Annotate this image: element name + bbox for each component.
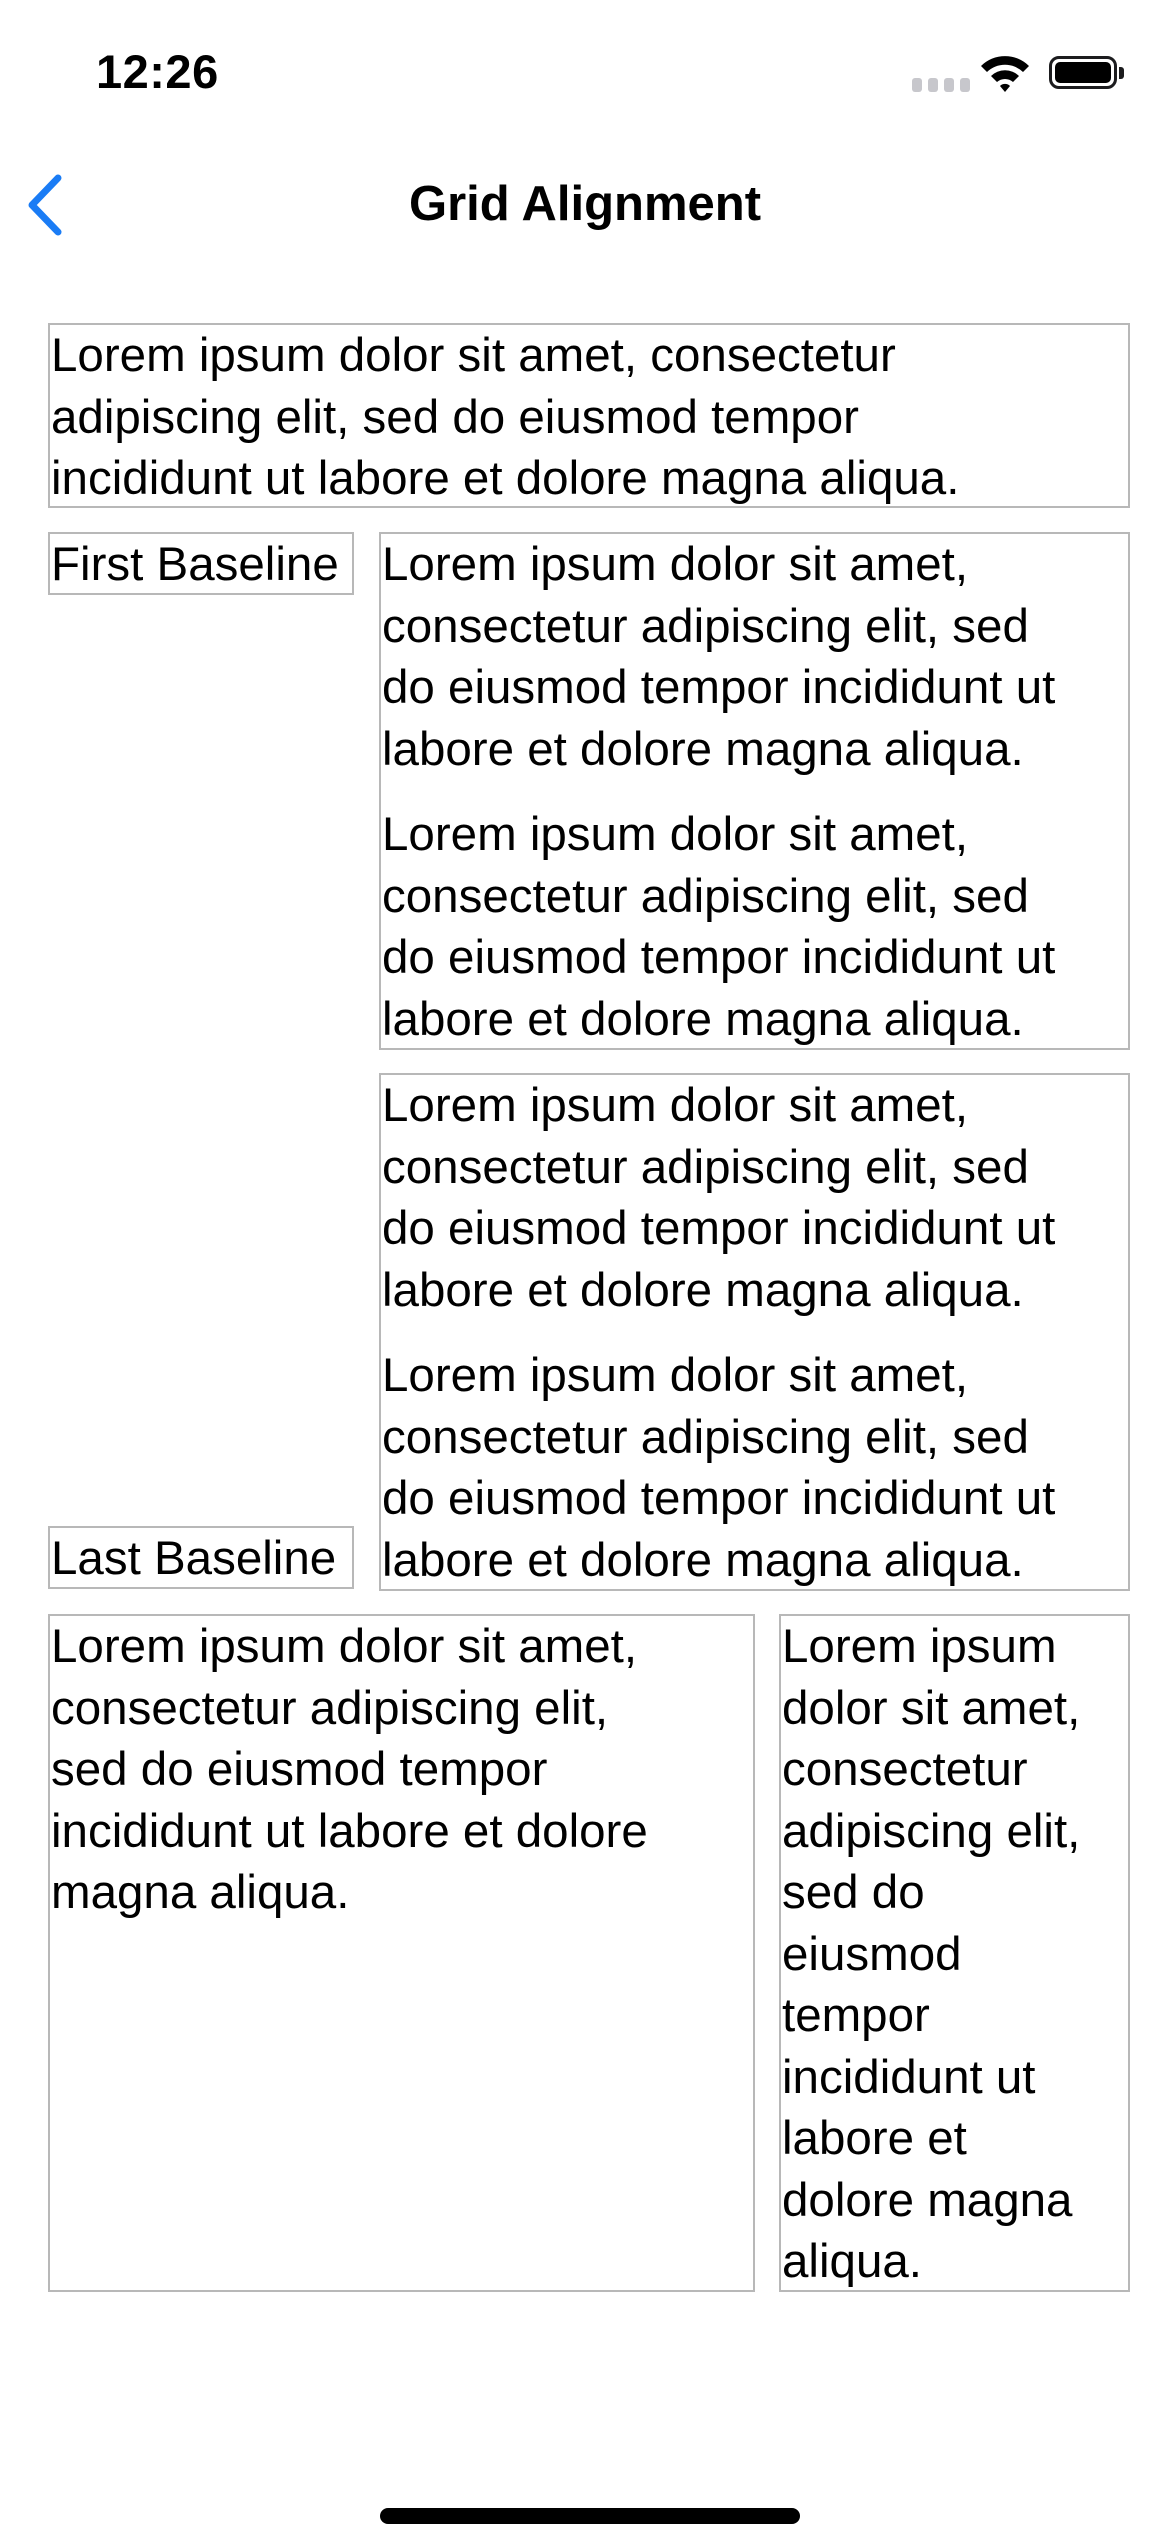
page-title: Grid Alignment	[408, 177, 762, 231]
row2-p2-line-4: labore et dolore magna aliqua.	[382, 992, 1024, 1046]
row4-right-line-8: incididunt ut	[782, 2050, 1036, 2104]
row3-p1-line-1: Lorem ipsum dolor sit amet,	[382, 1079, 969, 1132]
row1-line-1: Lorem ipsum dolor sit amet, consectetur	[51, 329, 896, 382]
row3-p2-line-4: labore et dolore magna aliqua.	[382, 1533, 1024, 1587]
row1-line-2: adipiscing elit, sed do eiusmod tempor	[51, 390, 859, 444]
battery-icon	[1049, 56, 1117, 89]
row4-right-line-5: sed do	[782, 1866, 925, 1919]
row2-p2-line-2: consectetur adipiscing elit, sed	[382, 869, 1029, 923]
row3-p1-line-2: consectetur adipiscing elit, sed	[382, 1140, 1029, 1194]
row2-p1-line-3: do eiusmod tempor incididunt ut	[382, 661, 1056, 714]
row3-p2-line-2: consectetur adipiscing elit, sed	[382, 1410, 1029, 1464]
battery-nub	[1119, 67, 1124, 79]
last-baseline-label-text: Last Baseline	[51, 1532, 337, 1585]
row4-right-line-4: adipiscing elit,	[782, 1804, 1081, 1858]
row4-right-line-11: aliqua.	[782, 2235, 922, 2288]
row2-p1-line-4: labore et dolore magna aliqua.	[382, 722, 1024, 776]
row3-p1-line-4: labore et dolore magna aliqua.	[382, 1263, 1024, 1317]
row2-p2-line-3: do eiusmod tempor incididunt ut	[382, 931, 1056, 984]
row1-line-3: incididunt ut labore et dolore magna ali…	[51, 452, 960, 505]
grid-cell-row1: Lorem ipsum dolor sit amet, consectetur …	[48, 323, 1130, 508]
first-baseline-label: First Baseline	[48, 532, 354, 595]
row2-p1-line-2: consectetur adipiscing elit, sed	[382, 599, 1029, 653]
row4-right-line-2: dolor sit amet,	[782, 1681, 1081, 1735]
grid-cell-row3-text: Lorem ipsum dolor sit amet, consectetur …	[379, 1073, 1130, 1591]
row4-left-line-5: magna aliqua.	[51, 1866, 350, 1919]
row4-right-line-1: Lorem ipsum	[782, 1620, 1057, 1673]
row4-right-line-9: labore et	[782, 2112, 967, 2165]
row4-left-line-2: consectetur adipiscing elit,	[51, 1681, 609, 1735]
row4-right-line-6: eiusmod	[782, 1927, 962, 1981]
row3-p1-line-3: do eiusmod tempor incididunt ut	[382, 1202, 1056, 1255]
row3-p2-line-3: do eiusmod tempor incididunt ut	[382, 1472, 1056, 1525]
grid-cell-row4-left: Lorem ipsum dolor sit amet, consectetur …	[48, 1614, 755, 2292]
cellular-signal-icon	[912, 78, 970, 92]
last-baseline-label: Last Baseline	[48, 1526, 354, 1589]
row4-left-line-4: incididunt ut labore et dolore	[51, 1804, 648, 1858]
status-time: 12:26	[96, 45, 219, 98]
home-indicator[interactable]	[380, 2508, 800, 2524]
row4-right-line-3: consectetur	[782, 1743, 1028, 1796]
row4-left-line-1: Lorem ipsum dolor sit amet,	[51, 1620, 638, 1673]
row3-p2-line-1: Lorem ipsum dolor sit amet,	[382, 1349, 969, 1402]
grid-cell-row4-right: Lorem ipsum dolor sit amet, consectetur …	[779, 1614, 1130, 2292]
row4-right-line-10: dolore magna	[782, 2173, 1073, 2227]
first-baseline-label-text: First Baseline	[51, 538, 339, 591]
grid-cell-row2-text: Lorem ipsum dolor sit amet, consectetur …	[379, 532, 1130, 1050]
row2-p1-line-1: Lorem ipsum dolor sit amet,	[382, 538, 969, 591]
row2-p2-line-1: Lorem ipsum dolor sit amet,	[382, 808, 969, 861]
row4-left-line-3: sed do eiusmod tempor	[51, 1743, 548, 1796]
row4-right-line-7: tempor	[782, 1989, 930, 2042]
wifi-icon	[978, 52, 1032, 94]
